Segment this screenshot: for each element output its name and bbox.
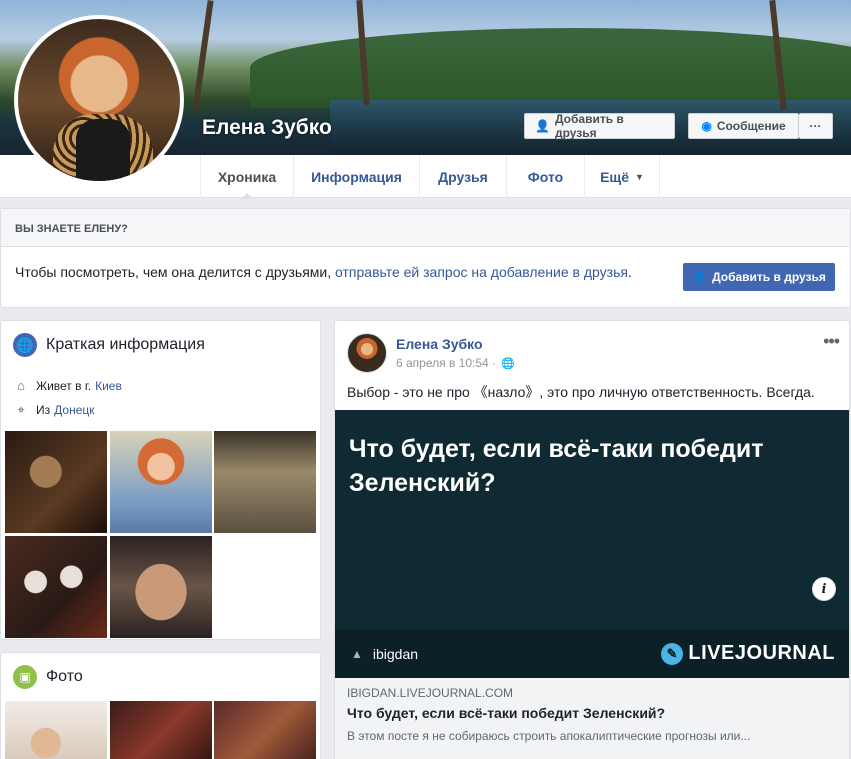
intro-title: 🌐 Краткая информация [13,333,205,357]
tab-about[interactable]: Информация [293,155,419,198]
add-friend-blue-label: Добавить в друзья [712,270,826,284]
photo-thumbnail[interactable] [5,701,107,759]
add-friend-label: Добавить в друзья [554,112,624,140]
know-her-panel: ВЫ ЗНАЕТЕ ЕЛЕНУ? Чтобы посмотреть, чем о… [0,208,851,308]
intro-card: 🌐 Краткая информация ⌂ Живет в г. Киев ⌖… [0,320,321,640]
globe-icon: 🌐 [13,333,37,357]
profile-picture[interactable] [14,15,184,185]
know-period: . [627,264,632,280]
photos-title[interactable]: ▣ Фото [13,665,83,689]
public-globe-icon: 🌐 [501,357,515,370]
image-headline: Что будет, если всё-таки победит Зеленск… [349,435,764,497]
add-friend-icon: 👤 [535,119,550,133]
lj-username: ibigdan [372,646,419,662]
livejournal-pen-icon: ✎ [661,642,684,665]
message-label: Сообщение [716,119,786,133]
from-line: ⌖ Из Донецк [13,402,94,418]
link-preview-image[interactable]: Что будет, если всё-таки победит Зеленск… [335,410,849,678]
tab-friends[interactable]: Друзья [419,155,506,198]
post-options-button[interactable]: ••• [823,331,840,352]
post-avatar[interactable] [347,333,387,373]
lives-city-link[interactable]: Киев [95,379,122,393]
profile-more-button[interactable]: ··· [799,113,833,139]
caret-down-icon: ▼ [635,171,644,182]
tab-label: Информация [311,168,402,185]
more-icon: ··· [809,119,822,133]
palm-trunk [192,0,214,110]
image-footer: ▲ ibigdan ✎ LIVEJOURNAL [335,630,849,678]
featured-photo[interactable] [110,536,212,638]
tab-label: Друзья [438,168,488,185]
livejournal-brand: LIVEJOURNAL [688,642,835,664]
messenger-icon: ◉ [701,119,712,133]
info-icon[interactable]: i [812,577,836,601]
featured-photo[interactable] [214,431,316,533]
tab-label: Ещё [600,168,629,185]
photos-card: ▣ Фото [0,652,321,759]
from-prefix: Из [36,403,51,417]
from-city-link[interactable]: Донецк [54,403,94,417]
post-text: Выбор - это не про 《назло》, это про личн… [347,384,815,400]
tab-label: Фото [527,168,564,185]
post-time-text: 6 апреля в 10:54 · [396,356,497,370]
intro-title-text: Краткая информация [46,336,205,353]
livejournal-logo: ✎ LIVEJOURNAL [661,642,835,665]
add-friend-blue-button[interactable]: 👤 Добавить в друзья [683,263,835,291]
send-request-link[interactable]: отправьте ей запрос на добавление в друз… [335,264,628,280]
lj-user: ▲ ibigdan [351,646,418,662]
link-description: В этом посте я не собираюсь строить апок… [347,729,751,743]
tab-photos[interactable]: Фото [506,155,584,198]
featured-photo[interactable] [5,536,107,638]
user-icon: ▲ [351,647,363,661]
location-pin-icon: ⌖ [17,402,25,417]
home-icon: ⌂ [17,378,25,393]
link-title: Что будет, если всё-таки победит Зеленск… [347,705,666,721]
lives-in-line: ⌂ Живет в г. Киев [13,378,122,393]
tab-label: Хроника [217,168,277,185]
link-preview-meta[interactable]: IBIGDAN.LIVEJOURNAL.COM Что будет, если … [335,678,849,759]
photos-title-text: Фото [46,668,83,685]
featured-photo[interactable] [5,431,107,533]
add-friend-icon: 👤 [692,270,708,284]
know-text: Чтобы посмотреть, чем она делится с друз… [15,264,632,280]
post-timestamp[interactable]: 6 апреля в 10:54 · 🌐 [396,356,515,370]
tab-timeline[interactable]: Хроника [200,155,293,199]
add-friend-button[interactable]: 👤 Добавить в друзья [524,112,675,140]
featured-photo[interactable] [110,431,212,533]
avatar-top [76,119,130,181]
timeline-post: Елена Зубко 6 апреля в 10:54 · 🌐 ••• Выб… [334,320,850,759]
know-text-static: Чтобы посмотреть, чем она делится с друз… [15,264,332,280]
lives-prefix: Живет в г. [36,378,92,393]
post-author-link[interactable]: Елена Зубко [396,336,483,352]
photo-thumbnail[interactable] [110,701,212,759]
know-heading: ВЫ ЗНАЕТЕ ЕЛЕНУ? [1,209,850,247]
message-button[interactable]: ◉ Сообщение [688,113,799,139]
photo-thumbnail[interactable] [214,701,316,759]
profile-name[interactable]: Елена Зубко [202,116,332,140]
photo-icon: ▣ [13,665,37,689]
link-domain: IBIGDAN.LIVEJOURNAL.COM [347,686,514,700]
tab-more[interactable]: Ещё ▼ [584,155,660,198]
